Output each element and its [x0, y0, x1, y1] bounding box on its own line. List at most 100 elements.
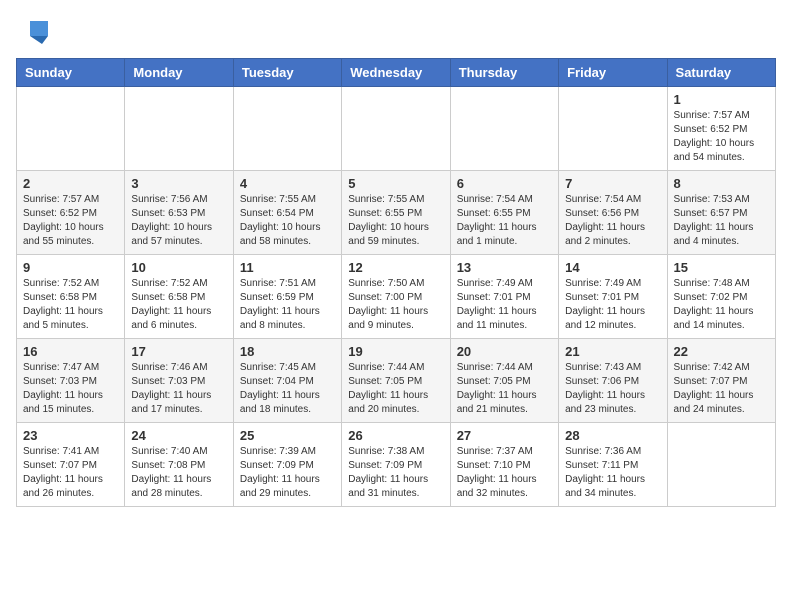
day-cell: 7 Sunrise: 7:54 AM Sunset: 6:56 PM Daylig…: [559, 171, 667, 255]
day-info: Sunrise: 7:45 AM Sunset: 7:04 PM Dayligh…: [240, 361, 335, 417]
day-info: Sunrise: 7:51 AM Sunset: 6:59 PM Dayligh…: [240, 277, 335, 333]
day-cell: 13 Sunrise: 7:49 AM Sunset: 7:01 PM Dayli…: [450, 255, 558, 339]
day-cell: [667, 423, 775, 507]
day-info: Sunrise: 7:49 AM Sunset: 7:01 PM Dayligh…: [457, 277, 552, 333]
day-info: Sunrise: 7:41 AM Sunset: 7:07 PM Dayligh…: [23, 445, 118, 501]
day-cell: 24 Sunrise: 7:40 AM Sunset: 7:08 PM Dayli…: [125, 423, 233, 507]
logo-icon: [20, 16, 50, 46]
day-cell: [342, 87, 450, 171]
day-cell: 18 Sunrise: 7:45 AM Sunset: 7:04 PM Dayli…: [233, 339, 341, 423]
day-number: 9: [23, 260, 118, 275]
week-row-2: 9 Sunrise: 7:52 AM Sunset: 6:58 PM Daylig…: [17, 255, 776, 339]
day-number: 23: [23, 428, 118, 443]
day-info: Sunrise: 7:40 AM Sunset: 7:08 PM Dayligh…: [131, 445, 226, 501]
day-number: 24: [131, 428, 226, 443]
day-number: 18: [240, 344, 335, 359]
week-row-3: 16 Sunrise: 7:47 AM Sunset: 7:03 PM Dayli…: [17, 339, 776, 423]
day-cell: 3 Sunrise: 7:56 AM Sunset: 6:53 PM Daylig…: [125, 171, 233, 255]
day-number: 20: [457, 344, 552, 359]
day-number: 7: [565, 176, 660, 191]
day-cell: 14 Sunrise: 7:49 AM Sunset: 7:01 PM Dayli…: [559, 255, 667, 339]
header-saturday: Saturday: [667, 59, 775, 87]
day-cell: [17, 87, 125, 171]
day-cell: [559, 87, 667, 171]
day-cell: 8 Sunrise: 7:53 AM Sunset: 6:57 PM Daylig…: [667, 171, 775, 255]
day-number: 17: [131, 344, 226, 359]
day-cell: 15 Sunrise: 7:48 AM Sunset: 7:02 PM Dayli…: [667, 255, 775, 339]
day-cell: 10 Sunrise: 7:52 AM Sunset: 6:58 PM Dayli…: [125, 255, 233, 339]
day-info: Sunrise: 7:57 AM Sunset: 6:52 PM Dayligh…: [23, 193, 118, 249]
day-info: Sunrise: 7:39 AM Sunset: 7:09 PM Dayligh…: [240, 445, 335, 501]
calendar: SundayMondayTuesdayWednesdayThursdayFrid…: [16, 58, 776, 507]
day-number: 19: [348, 344, 443, 359]
day-info: Sunrise: 7:52 AM Sunset: 6:58 PM Dayligh…: [23, 277, 118, 333]
week-row-1: 2 Sunrise: 7:57 AM Sunset: 6:52 PM Daylig…: [17, 171, 776, 255]
day-cell: 27 Sunrise: 7:37 AM Sunset: 7:10 PM Dayli…: [450, 423, 558, 507]
day-cell: 19 Sunrise: 7:44 AM Sunset: 7:05 PM Dayli…: [342, 339, 450, 423]
week-row-0: 1Sunrise: 7:57 AM Sunset: 6:52 PM Daylig…: [17, 87, 776, 171]
day-cell: 1Sunrise: 7:57 AM Sunset: 6:52 PM Daylig…: [667, 87, 775, 171]
day-info: Sunrise: 7:52 AM Sunset: 6:58 PM Dayligh…: [131, 277, 226, 333]
day-number: 21: [565, 344, 660, 359]
day-info: Sunrise: 7:55 AM Sunset: 6:54 PM Dayligh…: [240, 193, 335, 249]
day-number: 8: [674, 176, 769, 191]
day-cell: 17 Sunrise: 7:46 AM Sunset: 7:03 PM Dayli…: [125, 339, 233, 423]
day-number: 12: [348, 260, 443, 275]
day-info: Sunrise: 7:56 AM Sunset: 6:53 PM Dayligh…: [131, 193, 226, 249]
day-cell: 6Sunrise: 7:54 AM Sunset: 6:55 PM Daylig…: [450, 171, 558, 255]
day-number: 11: [240, 260, 335, 275]
day-info: Sunrise: 7:36 AM Sunset: 7:11 PM Dayligh…: [565, 445, 660, 501]
day-info: Sunrise: 7:46 AM Sunset: 7:03 PM Dayligh…: [131, 361, 226, 417]
day-cell: 4 Sunrise: 7:55 AM Sunset: 6:54 PM Daylig…: [233, 171, 341, 255]
header: [16, 16, 776, 46]
day-number: 27: [457, 428, 552, 443]
day-cell: 5 Sunrise: 7:55 AM Sunset: 6:55 PM Daylig…: [342, 171, 450, 255]
day-cell: 2 Sunrise: 7:57 AM Sunset: 6:52 PM Daylig…: [17, 171, 125, 255]
day-number: 2: [23, 176, 118, 191]
day-info: Sunrise: 7:54 AM Sunset: 6:56 PM Dayligh…: [565, 193, 660, 249]
day-info: Sunrise: 7:44 AM Sunset: 7:05 PM Dayligh…: [457, 361, 552, 417]
day-cell: 16 Sunrise: 7:47 AM Sunset: 7:03 PM Dayli…: [17, 339, 125, 423]
day-info: Sunrise: 7:53 AM Sunset: 6:57 PM Dayligh…: [674, 193, 769, 249]
day-info: Sunrise: 7:55 AM Sunset: 6:55 PM Dayligh…: [348, 193, 443, 249]
day-number: 14: [565, 260, 660, 275]
day-cell: [233, 87, 341, 171]
header-thursday: Thursday: [450, 59, 558, 87]
day-number: 15: [674, 260, 769, 275]
day-cell: 9 Sunrise: 7:52 AM Sunset: 6:58 PM Daylig…: [17, 255, 125, 339]
day-info: Sunrise: 7:43 AM Sunset: 7:06 PM Dayligh…: [565, 361, 660, 417]
day-info: Sunrise: 7:50 AM Sunset: 7:00 PM Dayligh…: [348, 277, 443, 333]
day-cell: [125, 87, 233, 171]
day-cell: 12 Sunrise: 7:50 AM Sunset: 7:00 PM Dayli…: [342, 255, 450, 339]
day-info: Sunrise: 7:48 AM Sunset: 7:02 PM Dayligh…: [674, 277, 769, 333]
day-cell: [450, 87, 558, 171]
day-info: Sunrise: 7:42 AM Sunset: 7:07 PM Dayligh…: [674, 361, 769, 417]
day-cell: 20 Sunrise: 7:44 AM Sunset: 7:05 PM Dayli…: [450, 339, 558, 423]
day-number: 22: [674, 344, 769, 359]
day-number: 6: [457, 176, 552, 191]
day-number: 10: [131, 260, 226, 275]
day-info: Sunrise: 7:47 AM Sunset: 7:03 PM Dayligh…: [23, 361, 118, 417]
day-cell: 25Sunrise: 7:39 AM Sunset: 7:09 PM Dayli…: [233, 423, 341, 507]
day-cell: 23 Sunrise: 7:41 AM Sunset: 7:07 PM Dayli…: [17, 423, 125, 507]
header-monday: Monday: [125, 59, 233, 87]
calendar-header-row: SundayMondayTuesdayWednesdayThursdayFrid…: [17, 59, 776, 87]
day-info: Sunrise: 7:57 AM Sunset: 6:52 PM Dayligh…: [674, 109, 769, 165]
day-number: 26: [348, 428, 443, 443]
day-number: 5: [348, 176, 443, 191]
day-info: Sunrise: 7:44 AM Sunset: 7:05 PM Dayligh…: [348, 361, 443, 417]
day-info: Sunrise: 7:37 AM Sunset: 7:10 PM Dayligh…: [457, 445, 552, 501]
day-number: 4: [240, 176, 335, 191]
day-cell: 21 Sunrise: 7:43 AM Sunset: 7:06 PM Dayli…: [559, 339, 667, 423]
header-tuesday: Tuesday: [233, 59, 341, 87]
day-cell: 26 Sunrise: 7:38 AM Sunset: 7:09 PM Dayli…: [342, 423, 450, 507]
header-sunday: Sunday: [17, 59, 125, 87]
day-number: 13: [457, 260, 552, 275]
day-cell: 28Sunrise: 7:36 AM Sunset: 7:11 PM Dayli…: [559, 423, 667, 507]
day-number: 3: [131, 176, 226, 191]
day-number: 16: [23, 344, 118, 359]
header-wednesday: Wednesday: [342, 59, 450, 87]
day-cell: 22 Sunrise: 7:42 AM Sunset: 7:07 PM Dayli…: [667, 339, 775, 423]
day-info: Sunrise: 7:49 AM Sunset: 7:01 PM Dayligh…: [565, 277, 660, 333]
day-info: Sunrise: 7:38 AM Sunset: 7:09 PM Dayligh…: [348, 445, 443, 501]
